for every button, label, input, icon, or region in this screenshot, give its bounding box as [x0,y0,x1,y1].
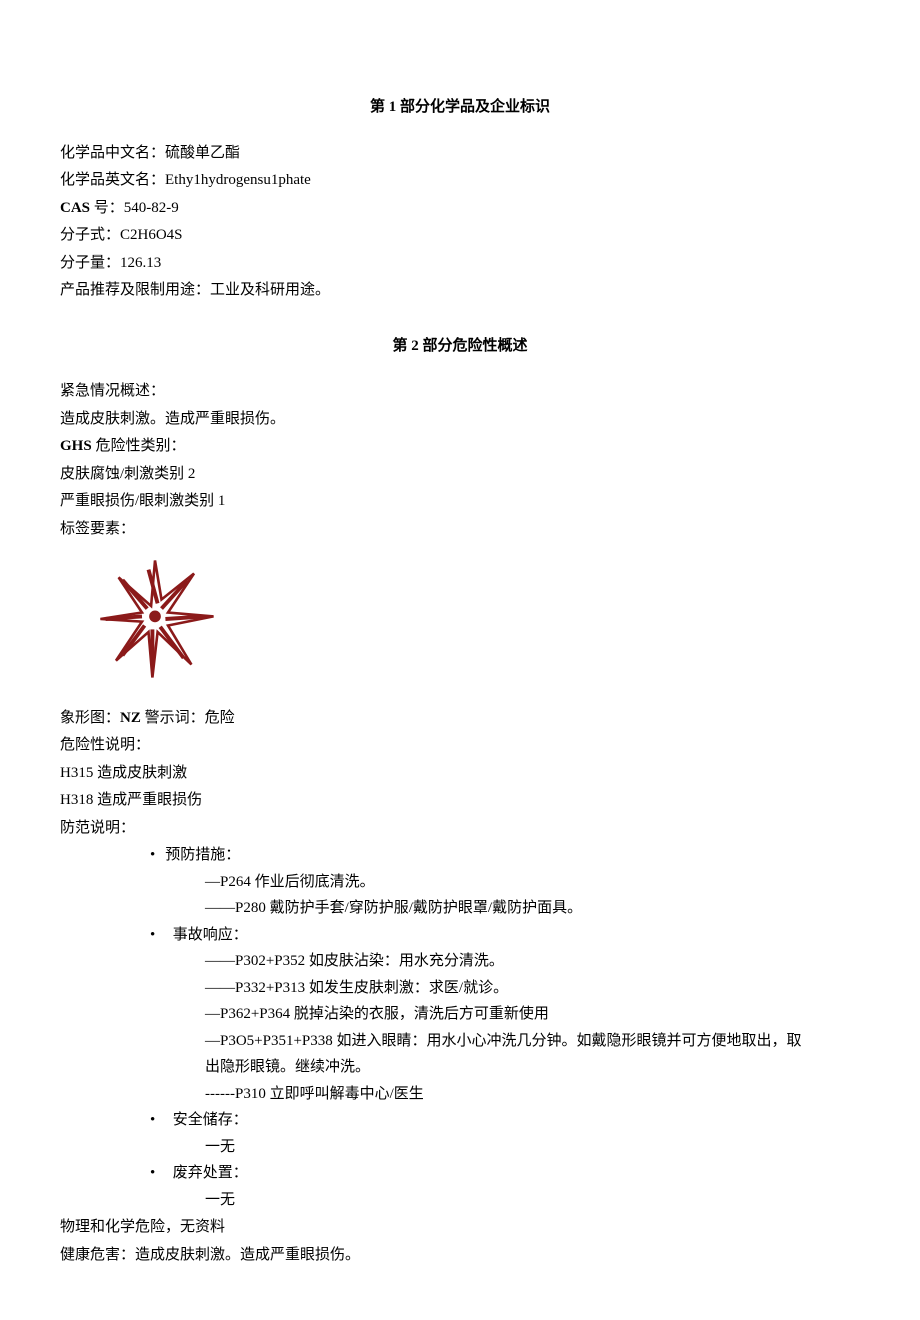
h315: H315 造成皮肤刺激 [60,761,860,787]
prevention-header: 防范说明： [60,816,860,842]
title-prefix: 第 [392,338,407,354]
title-prefix: 第 [370,99,385,115]
bullet-section: 预防措施： —P264 作业后彻底清洗。 ——P280 戴防护手套/穿防护服/戴… [150,843,860,1213]
health-value: 造成皮肤刺激。造成严重眼损伤。 [135,1247,360,1263]
label-elements: 标签要素： [60,517,860,543]
signal-value: 危险 [205,710,235,726]
disposal-value: 一无 [205,1188,860,1214]
ghs-cat1: 皮肤腐蚀/刺激类别 2 [60,462,860,488]
english-name-label: 化学品英文名： [60,172,165,188]
ghs-bold: GHS [60,438,92,454]
p362: —P362+P364 脱掉沾染的衣服，清洗后方可重新使用 [205,1002,860,1028]
weight-value: 126.13 [120,255,161,271]
chinese-name-label: 化学品中文名： [60,145,165,161]
emergency-value: 造成皮肤刺激。造成严重眼损伤。 [60,407,860,433]
disposal-title-text: 废弃处置： [173,1165,248,1181]
pictogram-nz: NZ [120,710,141,726]
usage-label: 产品推荐及限制用途： [60,282,210,298]
cas-suffix: 号： [90,200,124,216]
h318: H318 造成严重眼损伤 [60,788,860,814]
physical-value: 无资料 [180,1219,225,1235]
storage-title: 安全储存： [150,1108,860,1134]
weight-field: 分子量：126.13 [60,251,860,277]
usage-value: 工业及科研用途。 [210,282,330,298]
english-name-field: 化学品英文名：Ethy1hydrogensu1phate [60,168,860,194]
title-num: 1 [389,99,397,115]
response-title-text: 事故响应： [173,927,248,943]
health-hazard: 健康危害：造成皮肤刺激。造成严重眼损伤。 [60,1243,860,1269]
signal-label: 警示词： [141,710,205,726]
hazard-statement-label: 危险性说明： [60,733,860,759]
pictogram-line: 象形图：NZ 警示词：危险 [60,706,860,732]
title-suffix: 部分危险性概述 [423,338,528,354]
usage-field: 产品推荐及限制用途：工业及科研用途。 [60,278,860,304]
p305: —P3O5+P351+P338 如进入眼睛：用水小心冲洗几分钟。如戴隐形眼镜并可… [205,1029,860,1055]
prevention-title: 预防措施： [150,843,860,869]
p280: ——P280 戴防护手套/穿防护服/戴防护眼罩/戴防护面具。 [205,896,860,922]
formula-field: 分子式：C2H6O4S [60,223,860,249]
physical-hazard: 物理和化学危险，无资料 [60,1215,860,1241]
emergency-label: 紧急情况概述： [60,379,860,405]
p332: ——P332+P313 如发生皮肤刺激：求医/就诊。 [205,976,860,1002]
weight-label: 分子量： [60,255,120,271]
p305-cont: 出隐形眼镜。继续冲洗。 [205,1055,860,1081]
hazard-pictogram-icon [90,554,220,684]
pictogram-label: 象形图： [60,710,120,726]
health-label: 健康危害： [60,1247,135,1263]
ghs-cat2: 严重眼损伤/眼刺激类别 1 [60,489,860,515]
cas-value: 540-82-9 [124,200,179,216]
emergency-label-text: 紧急情况概述： [60,383,165,399]
storage-title-text: 安全储存： [173,1112,248,1128]
disposal-title: 废弃处置： [150,1161,860,1187]
formula-label: 分子式： [60,227,120,243]
ghs-label: GHS 危险性类别： [60,434,860,460]
physical-label: 物理和化学危险， [60,1219,180,1235]
emergency-value-text: 造成皮肤刺激。造成严重眼损伤。 [60,411,285,427]
chinese-name-value: 硫酸单乙酯 [165,145,240,161]
p302: ——P302+P352 如皮肤沾染：用水充分清洗。 [205,949,860,975]
p310: ------P310 立即呼叫解毒中心/医生 [205,1082,860,1108]
title-num: 2 [411,338,419,354]
ghs-suffix: 危险性类别： [92,438,186,454]
response-title: 事故响应： [150,923,860,949]
chinese-name-field: 化学品中文名：硫酸单乙酯 [60,141,860,167]
p264: —P264 作业后彻底清洗。 [205,870,860,896]
formula-value: C2H6O4S [120,227,183,243]
section-2-title: 第 2 部分危险性概述 [60,334,860,360]
title-suffix: 部分化学品及企业标识 [400,99,550,115]
cas-field: CAS 号：540-82-9 [60,196,860,222]
storage-value: 一无 [205,1135,860,1161]
english-name-value: Ethy1hydrogensu1phate [165,172,311,188]
cas-label: CAS [60,200,90,216]
section-1-title: 第 1 部分化学品及企业标识 [60,95,860,121]
